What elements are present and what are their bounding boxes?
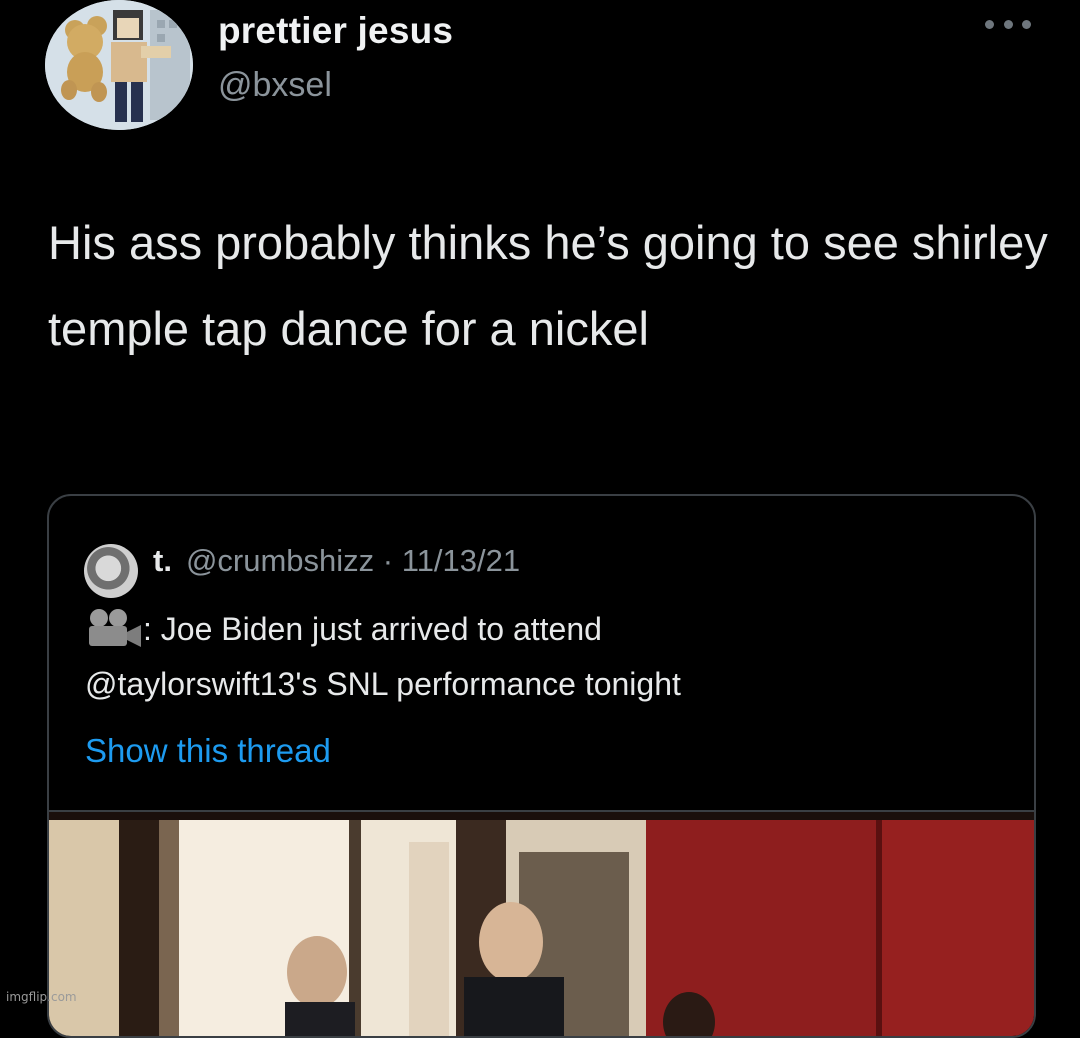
quoted-tweet-header: t. @crumbshizz · 11/13/21: [153, 543, 520, 579]
author-display-name[interactable]: prettier jesus: [218, 10, 453, 52]
quoted-author-name: t.: [153, 543, 172, 578]
dot: [1003, 19, 1013, 29]
tweet-text: His ass probably thinks he’s going to se…: [48, 216, 1048, 355]
quoted-tweet-video[interactable]: CC: [49, 810, 1034, 1038]
quoted-tweet-date: 11/13/21: [401, 543, 521, 578]
tweet: prettier jesus @bxsel His ass probably t…: [0, 0, 1080, 1038]
quoted-tweet-card[interactable]: t. @crumbshizz · 11/13/21 : Joe Biden jus…: [47, 494, 1036, 1038]
quoted-tweet-text-1: : Joe Biden just arrived to attend: [143, 611, 602, 647]
dot: [985, 19, 994, 29]
movie-camera-icon: [89, 609, 141, 647]
more-options-icon[interactable]: [985, 14, 1031, 34]
closed-captions-icon[interactable]: CC: [957, 858, 1034, 1038]
quoted-tweet-line-2: @taylorswift13's SNL performance tonight: [85, 666, 681, 702]
dot: [1022, 19, 1031, 29]
quoted-author-avatar: [84, 544, 138, 598]
author-avatar[interactable]: [45, 0, 193, 130]
avatar-image: [45, 0, 193, 130]
imgflip-watermark: imgflip.com: [6, 990, 77, 1004]
video-frame: [49, 812, 1034, 1036]
quoted-tweet-line-1: : Joe Biden just arrived to attend: [85, 608, 602, 648]
quoted-author-handle: @crumbshizz: [185, 543, 375, 578]
show-thread-link[interactable]: Show this thread: [85, 732, 331, 770]
author-handle[interactable]: @bxsel: [218, 66, 332, 105]
separator: ·: [382, 543, 394, 578]
